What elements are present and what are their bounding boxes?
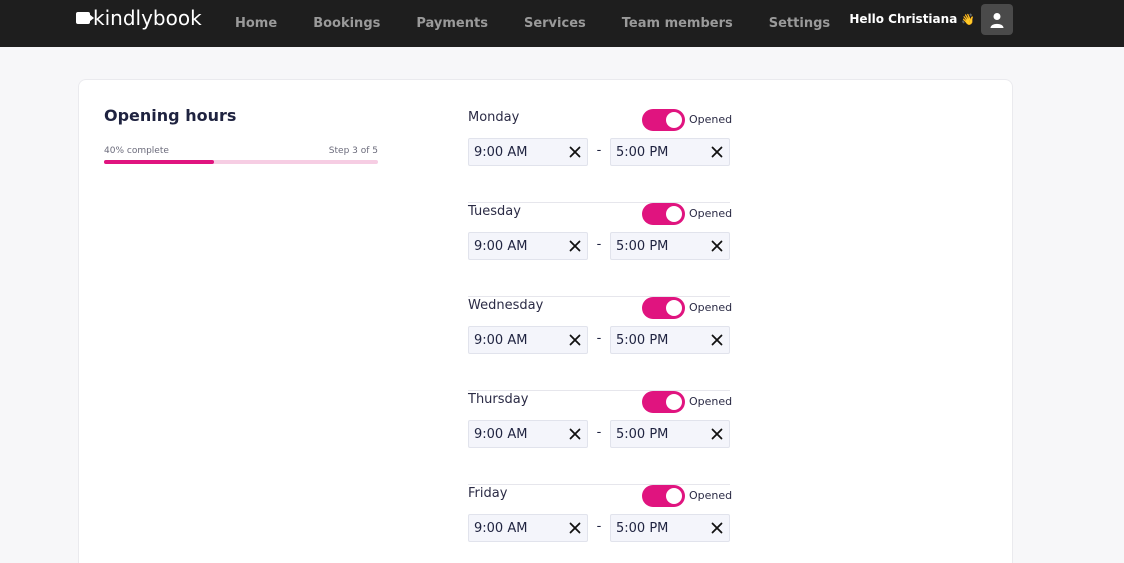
closing-time-value: 5:00 PM [616,521,669,536]
opening-time-input-wednesday[interactable]: 9:00 AM [468,326,588,354]
toggle-knob [666,206,682,222]
time-range-separator: - [596,331,602,346]
user-avatar-button[interactable] [981,4,1013,35]
clear-icon[interactable] [569,331,581,346]
user-icon [990,12,1004,28]
opening-time-value: 9:00 AM [474,521,528,536]
closing-time-value: 5:00 PM [616,333,669,348]
time-range-separator: - [596,237,602,252]
toggle-knob [666,488,682,504]
toggle-knob [666,112,682,128]
closing-time-input-friday[interactable]: 5:00 PM [610,514,730,542]
day-name: Tuesday [468,204,521,219]
day-row-monday: Monday Opened 9:00 AM -5:00 PM [468,109,733,203]
nav-services[interactable]: Services [506,16,604,31]
day-name: Wednesday [468,298,544,313]
day-name: Monday [468,110,520,125]
opened-toggle-wednesday[interactable] [642,297,685,319]
clear-icon[interactable] [711,331,723,346]
toggle-knob [666,300,682,316]
day-row-friday: Friday Opened 9:00 AM -5:00 PM [468,485,733,563]
clear-icon[interactable] [711,425,723,440]
opened-label: Opened [689,207,733,220]
nav-payments[interactable]: Payments [398,16,506,31]
opening-time-input-friday[interactable]: 9:00 AM [468,514,588,542]
clear-icon[interactable] [711,519,723,534]
opening-hours-list: Monday Opened 9:00 AM -5:00 PM Tuesday Opened… [468,109,733,563]
progress-bar-fill [104,160,214,164]
opening-time-value: 9:00 AM [474,239,528,254]
closing-time-value: 5:00 PM [616,239,669,254]
brand-name: kindlybook [93,6,202,30]
closing-time-input-wednesday[interactable]: 5:00 PM [610,326,730,354]
day-row-thursday: Thursday Opened 9:00 AM -5:00 PM [468,391,733,485]
time-range-separator: - [596,143,602,158]
nav-settings[interactable]: Settings [751,16,848,31]
closing-time-input-tuesday[interactable]: 5:00 PM [610,232,730,260]
main-nav: Home Bookings Payments Services Team mem… [217,0,848,47]
user-greeting: Hello Christiana 👋 [849,12,975,26]
opened-label: Opened [689,489,733,502]
day-name: Friday [468,486,508,501]
camera-logo-icon [76,12,94,24]
clear-icon[interactable] [569,237,581,252]
opened-label: Opened [689,395,733,408]
opened-toggle-friday[interactable] [642,485,685,507]
greeting-text: Hello Christiana [849,12,958,26]
closing-time-value: 5:00 PM [616,145,669,160]
clear-icon[interactable] [711,237,723,252]
clear-icon[interactable] [569,519,581,534]
opened-label: Opened [689,113,733,126]
time-range-separator: - [596,425,602,440]
progress-bar [104,160,378,164]
page-title: Opening hours [104,106,237,125]
opened-toggle-thursday[interactable] [642,391,685,413]
nav-home[interactable]: Home [217,16,295,31]
day-row-wednesday: Wednesday Opened 9:00 AM -5:00 PM [468,297,733,391]
waving-hand-icon: 👋 [961,12,975,26]
opened-toggle-tuesday[interactable] [642,203,685,225]
opening-time-value: 9:00 AM [474,333,528,348]
opening-time-input-thursday[interactable]: 9:00 AM [468,420,588,448]
opening-time-value: 9:00 AM [474,427,528,442]
opening-time-value: 9:00 AM [474,145,528,160]
clear-icon[interactable] [711,143,723,158]
closing-time-value: 5:00 PM [616,427,669,442]
day-name: Thursday [468,392,529,407]
step-indicator: Step 3 of 5 [328,146,378,156]
nav-team-members[interactable]: Team members [604,16,751,31]
top-navigation-bar: kindlybook Home Bookings Payments Servic… [0,0,1124,47]
toggle-knob [666,394,682,410]
brand-logo[interactable]: kindlybook [76,6,202,30]
clear-icon[interactable] [569,425,581,440]
opened-label: Opened [689,301,733,314]
day-row-tuesday: Tuesday Opened 9:00 AM -5:00 PM [468,203,733,297]
progress-percentage: 40% complete [104,146,169,156]
clear-icon[interactable] [569,143,581,158]
nav-bookings[interactable]: Bookings [295,16,398,31]
opening-time-input-monday[interactable]: 9:00 AM [468,138,588,166]
opening-time-input-tuesday[interactable]: 9:00 AM [468,232,588,260]
closing-time-input-monday[interactable]: 5:00 PM [610,138,730,166]
closing-time-input-thursday[interactable]: 5:00 PM [610,420,730,448]
time-range-separator: - [596,519,602,534]
opened-toggle-monday[interactable] [642,109,685,131]
